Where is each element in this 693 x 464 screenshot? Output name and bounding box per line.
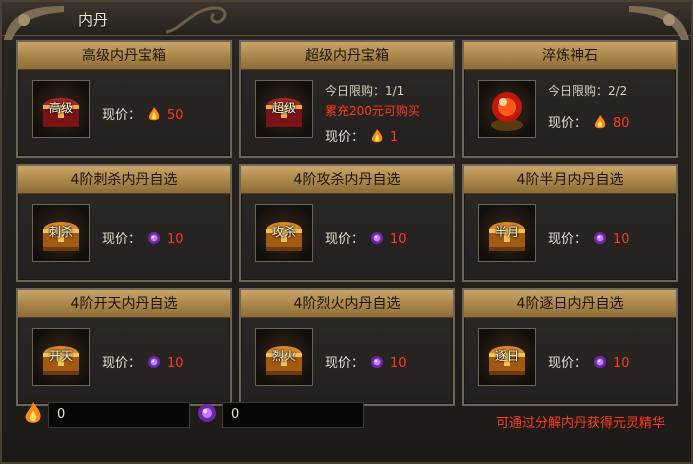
item-thumbnail[interactable]: 开天	[32, 328, 90, 386]
item-title: 4阶逐日内丹自选	[464, 290, 676, 318]
price-label: 现价：	[102, 108, 142, 123]
item-thumbnail[interactable]: 刺杀	[32, 204, 90, 262]
thumbnail-label: 开天	[48, 349, 73, 363]
price-value: 10	[613, 232, 630, 247]
thumbnail-label: 超级	[271, 101, 296, 115]
thumbnail-label: 半月	[494, 225, 519, 239]
price-label: 现价：	[548, 356, 588, 371]
item-thumbnail[interactable]: 半月	[478, 204, 536, 262]
price-value: 10	[390, 232, 407, 247]
price-value: 10	[390, 356, 407, 371]
price-row: 现价： 10	[548, 228, 630, 247]
price-row: 现价： 80	[548, 112, 630, 131]
price-row: 现价： 10	[325, 228, 407, 247]
price-label: 现价：	[325, 130, 365, 145]
price-value: 80	[613, 116, 630, 131]
soul-orb-icon	[198, 404, 216, 422]
refining-stone-icon	[491, 92, 523, 131]
price-label: 现价：	[102, 232, 142, 247]
shop-item-card[interactable]: 高级内丹宝箱 高级 现价： 50	[16, 40, 232, 158]
thumbnail-label: 高级	[48, 101, 73, 115]
price-row: 现价： 50	[102, 104, 184, 123]
purchase-limit: 今日限购：2/2	[548, 84, 628, 98]
fire-essence-amount: 0	[48, 402, 190, 428]
price-value: 10	[167, 232, 184, 247]
window-title: 内丹	[78, 11, 109, 29]
shop-item-card[interactable]: 4阶攻杀内丹自选 攻杀 现价： 10	[239, 164, 455, 282]
shop-item-card[interactable]: 淬炼神石今日限购：2/2 现价： 80	[462, 40, 678, 158]
currency-bar: 0 0 可通过分解内丹获得元灵精华	[16, 390, 681, 442]
item-thumbnail[interactable]: 超级	[255, 80, 313, 138]
shop-item-card[interactable]: 4阶逐日内丹自选 逐日 现价： 10	[462, 288, 678, 406]
soul-orb-icon	[148, 232, 161, 244]
shop-item-card[interactable]: 4阶刺杀内丹自选 刺杀 现价： 10	[16, 164, 232, 282]
price-label: 现价：	[548, 232, 588, 247]
price-label: 现价：	[548, 116, 588, 131]
price-row: 现价： 10	[325, 352, 407, 371]
item-grid: 高级内丹宝箱 高级 现价： 50 超级内丹宝箱 超级 今日限购：1/1 累充200元可购买 现价…	[16, 40, 681, 406]
item-title: 4阶刺杀内丹自选	[18, 166, 230, 194]
fire-essence-icon	[371, 129, 383, 143]
item-thumbnail[interactable]: 高级	[32, 80, 90, 138]
dragon-corner-left-icon	[4, 6, 64, 40]
soul-essence-amount: 0	[222, 402, 364, 428]
item-title: 超级内丹宝箱	[241, 42, 453, 70]
item-thumbnail[interactable]: 攻杀	[255, 204, 313, 262]
price-label: 现价：	[325, 232, 365, 247]
fire-essence-icon	[148, 107, 160, 121]
inner-pill-shop-window: 内丹 高级内丹宝箱 高级 现价： 50 超级内丹宝箱 超级 今日限购：1/1 累充200元可购…	[0, 0, 693, 464]
price-row: 现价： 10	[102, 352, 184, 371]
item-thumbnail[interactable]	[478, 80, 536, 138]
item-title: 4阶烈火内丹自选	[241, 290, 453, 318]
item-title: 4阶半月内丹自选	[464, 166, 676, 194]
fire-essence-icon	[25, 402, 41, 423]
recharge-requirement: 累充200元可购买	[325, 104, 420, 118]
price-row: 现价： 1	[325, 126, 398, 145]
purchase-limit: 今日限购：1/1	[325, 84, 405, 98]
item-thumbnail[interactable]: 烈火	[255, 328, 313, 386]
soul-orb-icon	[371, 356, 384, 368]
price-label: 现价：	[325, 356, 365, 371]
thumbnail-label: 烈火	[271, 349, 296, 363]
dragon-corner-right-icon	[629, 6, 689, 40]
shop-item-card[interactable]: 4阶烈火内丹自选 烈火 现价： 10	[239, 288, 455, 406]
price-label: 现价：	[102, 356, 142, 371]
soul-orb-icon	[594, 232, 607, 244]
soul-orb-icon	[594, 356, 607, 368]
soul-orb-icon	[148, 356, 161, 368]
price-value: 10	[613, 356, 630, 371]
title-swirl-ornament-icon	[165, 6, 227, 34]
price-row: 现价： 10	[548, 352, 630, 371]
shop-item-card[interactable]: 超级内丹宝箱超级 今日限购：1/1 累充200元可购买 现价： 1	[239, 40, 455, 158]
thumbnail-label: 刺杀	[48, 225, 73, 239]
price-value: 10	[167, 356, 184, 371]
price-value: 50	[167, 108, 184, 123]
decompose-hint: 可通过分解内丹获得元灵精华	[495, 416, 665, 431]
item-title: 高级内丹宝箱	[18, 42, 230, 70]
item-title: 4阶攻杀内丹自选	[241, 166, 453, 194]
item-title: 淬炼神石	[464, 42, 676, 70]
fire-essence-icon	[594, 115, 606, 129]
price-row: 现价： 10	[102, 228, 184, 247]
title-bar: 内丹	[2, 2, 691, 40]
shop-item-card[interactable]: 4阶半月内丹自选 半月 现价： 10	[462, 164, 678, 282]
soul-orb-icon	[371, 232, 384, 244]
thumbnail-label: 攻杀	[271, 225, 296, 239]
item-thumbnail[interactable]: 逐日	[478, 328, 536, 386]
shop-item-card[interactable]: 4阶开天内丹自选 开天 现价： 10	[16, 288, 232, 406]
item-title: 4阶开天内丹自选	[18, 290, 230, 318]
thumbnail-label: 逐日	[494, 349, 519, 363]
price-value: 1	[390, 130, 399, 145]
